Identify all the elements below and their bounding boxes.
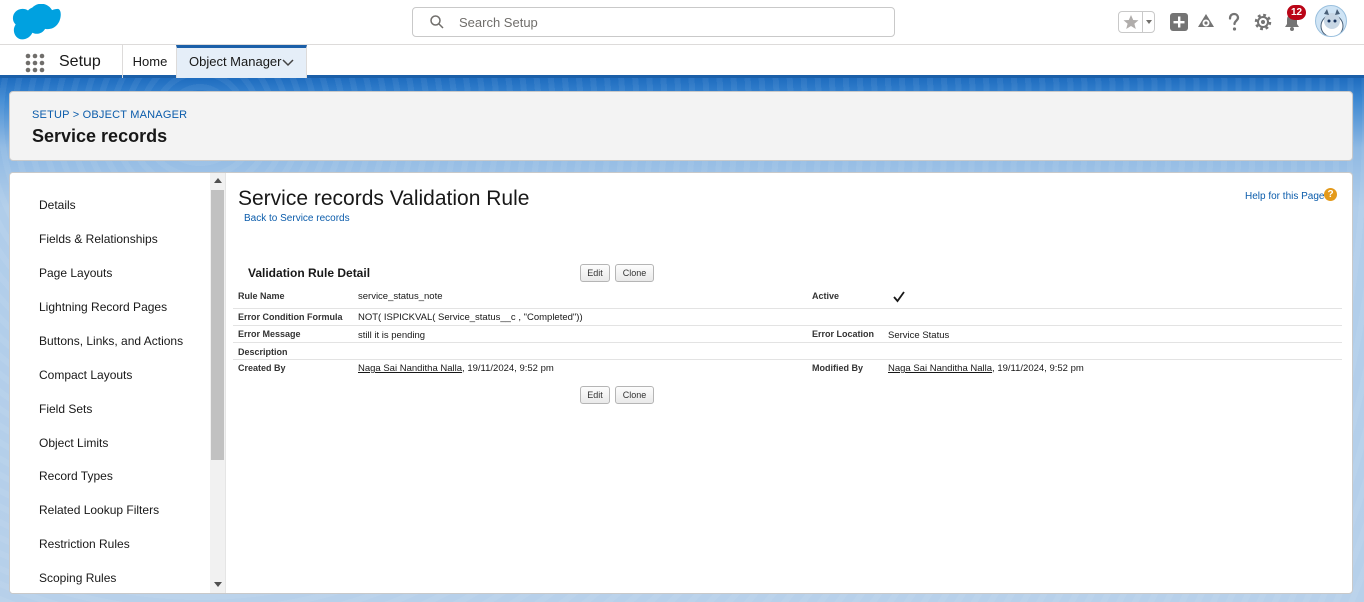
sidebar-item-record-types[interactable]: Record Types — [39, 469, 113, 483]
breadcrumb[interactable]: SETUP > OBJECT MANAGER — [32, 109, 187, 121]
sidebar-item-lightning-record-pages[interactable]: Lightning Record Pages — [39, 300, 167, 314]
modified-by-label: Modified By — [812, 363, 863, 373]
created-by-user-link[interactable]: Naga Sai Nanditha Nalla — [358, 363, 462, 374]
astro-avatar-icon — [1320, 9, 1344, 36]
error-location-value: Service Status — [888, 330, 950, 341]
help-link[interactable]: Help for this Page — [1245, 191, 1325, 202]
avatar[interactable] — [1315, 5, 1347, 37]
sidebar-item-page-layouts[interactable]: Page Layouts — [39, 266, 112, 280]
sidebar-item-scoping-rules[interactable]: Scoping Rules — [39, 571, 116, 585]
created-by-date: , 19/11/2024, 9:52 pm — [462, 363, 554, 374]
sidebar-item-fields-relationships[interactable]: Fields & Relationships — [39, 232, 158, 246]
sidebar-scrollbar[interactable] — [210, 173, 226, 593]
active-label: Active — [812, 291, 840, 301]
modified-by-user-link[interactable]: Naga Sai Nanditha Nalla — [888, 363, 992, 374]
created-by-value: Naga Sai Nanditha Nalla, 19/11/2024, 9:5… — [358, 363, 554, 374]
clone-button[interactable]: Clone — [615, 264, 654, 282]
modified-by-date: , 19/11/2024, 9:52 pm — [992, 363, 1084, 374]
favorites-button[interactable] — [1118, 11, 1155, 33]
app-name: Setup — [59, 53, 101, 70]
validation-rule-title: Service records Validation Rule — [238, 187, 530, 210]
notification-badge: 12 — [1287, 5, 1306, 20]
scroll-up-icon[interactable] — [214, 177, 222, 185]
sidebar-item-related-lookup-filters[interactable]: Related Lookup Filters — [39, 503, 159, 517]
divider — [1142, 12, 1143, 32]
trailhead-icon[interactable] — [1195, 11, 1217, 33]
validation-rule-content: Service records Validation Rule Back to … — [226, 173, 1352, 593]
rule-name-label: Rule Name — [238, 291, 285, 301]
tab-object-manager-label: Object Manager — [189, 54, 282, 69]
divider — [233, 308, 1342, 309]
formula-label: Error Condition Formula — [238, 312, 343, 322]
app-launcher-icon[interactable] — [24, 52, 46, 74]
page-header: SETUP > OBJECT MANAGER Service records — [9, 91, 1353, 161]
back-link[interactable]: Back to Service records — [244, 213, 350, 224]
edit-button-bottom[interactable]: Edit — [580, 386, 610, 404]
error-message-label: Error Message — [238, 329, 301, 339]
header-actions: 12 — [0, 5, 1364, 38]
divider — [233, 325, 1342, 326]
edit-button[interactable]: Edit — [580, 264, 610, 282]
created-by-label: Created By — [238, 363, 286, 373]
context-bar: Setup Home Object Manager — [0, 45, 1364, 78]
rule-name-value: service_status_note — [358, 291, 443, 302]
global-header: 12 — [0, 0, 1364, 45]
chevron-down-icon[interactable] — [1144, 13, 1154, 31]
divider — [233, 342, 1342, 343]
active-checkmark-icon — [893, 291, 905, 303]
sidebar-item-restriction-rules[interactable]: Restriction Rules — [39, 537, 130, 551]
sidebar-item-buttons-links-actions[interactable]: Buttons, Links, and Actions — [39, 334, 183, 348]
sidebar-item-details[interactable]: Details — [39, 198, 76, 212]
description-label: Description — [238, 347, 288, 357]
modified-by-value: Naga Sai Nanditha Nalla, 19/11/2024, 9:5… — [888, 363, 1084, 374]
section-title: Validation Rule Detail — [248, 266, 371, 280]
page-title: Service records — [32, 126, 168, 146]
main-card: Details Fields & Relationships Page Layo… — [9, 172, 1353, 594]
divider — [233, 359, 1342, 360]
error-message-value: still it is pending — [358, 330, 426, 341]
error-location-label: Error Location — [812, 329, 875, 339]
star-icon — [1123, 15, 1139, 29]
formula-value: NOT( ISPICKVAL( Service_status__c , "Com… — [358, 312, 583, 323]
scroll-down-icon[interactable] — [214, 580, 222, 588]
add-icon[interactable] — [1168, 11, 1190, 33]
sidebar-item-object-limits[interactable]: Object Limits — [39, 436, 108, 450]
chevron-down-icon[interactable] — [282, 56, 294, 68]
gear-icon[interactable] — [1252, 11, 1274, 33]
help-question-icon[interactable]: ? — [1324, 188, 1337, 201]
sidebar-item-compact-layouts[interactable]: Compact Layouts — [39, 368, 132, 382]
sidebar-item-field-sets[interactable]: Field Sets — [39, 402, 92, 416]
scrollbar-thumb[interactable] — [211, 190, 224, 460]
tab-home[interactable]: Home — [122, 45, 177, 78]
clone-button-bottom[interactable]: Clone — [615, 386, 654, 404]
help-icon[interactable] — [1223, 11, 1245, 33]
sidebar: Details Fields & Relationships Page Layo… — [10, 173, 210, 593]
tab-object-manager[interactable]: Object Manager — [176, 45, 307, 78]
